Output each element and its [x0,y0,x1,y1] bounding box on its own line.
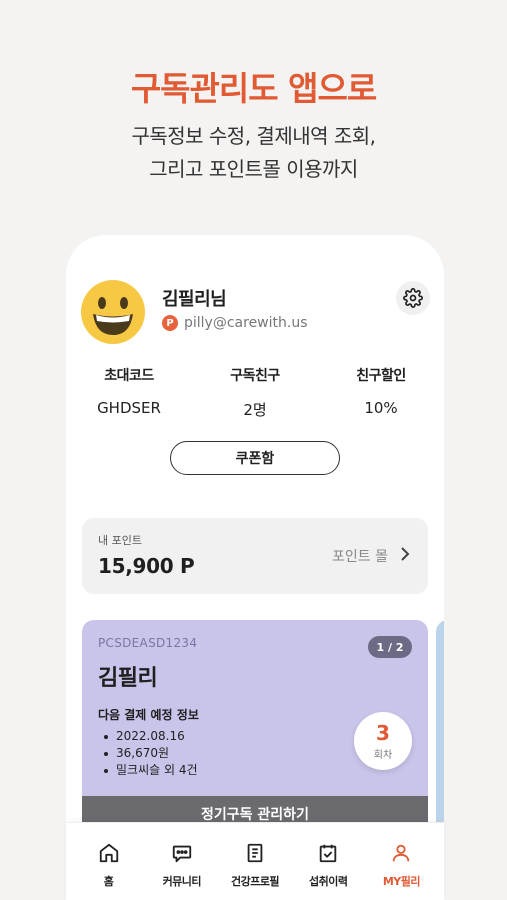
points-card: 내 포인트 15,900 P 포인트 몰 [82,518,428,594]
next-payment-details: 2022.08.16 36,670원 밀크씨슬 외 4건 [104,728,198,779]
tab-label: 섭취이력 [308,875,348,888]
stat-friend-discount: 친구할인 10% [318,365,444,420]
promo-headline: 구독관리도 앱으로 [130,69,377,108]
tab-label: 커뮤니티 [162,875,202,888]
point-badge-icon: P [162,315,178,331]
subscription-card[interactable]: PCSDEASD1234 1 / 2 김필리 다음 결제 예정 정보 2022.… [82,620,428,840]
tab-intake-history[interactable]: 섭취이력 [292,823,365,900]
subscription-code: PCSDEASD1234 [98,636,198,650]
points-label: 내 포인트 [98,534,142,547]
profile-name: 김필리님 [162,289,227,310]
tab-community[interactable]: 커뮤니티 [145,823,218,900]
calendar-check-icon [316,841,340,865]
stat-value: 10% [364,399,398,417]
points-value: 15,900 P [98,554,195,578]
point-mall-label: 포인트 몰 [332,549,388,565]
gear-icon[interactable] [396,281,430,315]
home-icon [97,841,121,865]
tab-label: MY필리 [382,875,421,888]
profile-header: 김필리님 P pilly@carewith.us [80,279,430,345]
grinning-face-icon [80,279,146,345]
stat-friends: 구독친구 2명 [192,365,318,420]
person-icon [389,841,413,865]
stat-label: 초대코드 [104,368,154,384]
round-unit: 회차 [373,749,393,761]
promo-subline-line1: 구독정보 수정, 결제내역 조회, [131,124,376,148]
promo-subline: 구독정보 수정, 결제내역 조회, 그리고 포인트몰 이용까지 [0,120,507,186]
next-card-peek[interactable] [436,620,444,840]
next-payment-date: 2022.08.16 [104,728,198,745]
tab-my-pilly[interactable]: MY필리 [365,823,438,900]
document-icon [243,841,267,865]
phone-screen: 김필리님 P pilly@carewith.us 초대코드 GHDSER 구독친… [66,235,444,900]
profile-email-row: P pilly@carewith.us [162,315,308,331]
tab-health-profile[interactable]: 건강프로필 [218,823,291,900]
subscriber-name: 김필리 [98,666,158,691]
tab-label: 홈 [103,875,114,888]
stat-value: GHDSER [97,399,161,417]
next-payment-title: 다음 결제 예정 정보 [98,708,199,722]
tab-home[interactable]: 홈 [72,823,145,900]
coupon-box-button[interactable]: 쿠폰함 [170,441,340,475]
profile-email: pilly@carewith.us [184,315,308,331]
stat-invite-code: 초대코드 GHDSER [66,365,192,420]
bottom-tab-bar: 홈 커뮤니티 건강프로필 섭취이력 MY필리 [66,822,444,900]
next-payment-amount: 36,670원 [104,745,198,762]
round-number: 3 [376,720,390,745]
card-pager: 1 / 2 [368,636,412,658]
promo-subline-line2: 그리고 포인트몰 이용까지 [149,157,358,181]
stat-label: 구독친구 [230,368,280,384]
stat-label: 친구할인 [356,368,406,384]
stats-row: 초대코드 GHDSER 구독친구 2명 친구할인 10% [66,365,444,420]
stat-value: 2명 [243,401,267,419]
round-badge: 3 회차 [354,712,412,770]
next-payment-items: 밀크씨슬 외 4건 [104,762,198,779]
tab-label: 건강프로필 [230,875,280,888]
chevron-right-icon [400,547,410,565]
chat-bubble-icon [170,841,194,865]
point-mall-link[interactable]: 포인트 몰 [332,546,410,566]
